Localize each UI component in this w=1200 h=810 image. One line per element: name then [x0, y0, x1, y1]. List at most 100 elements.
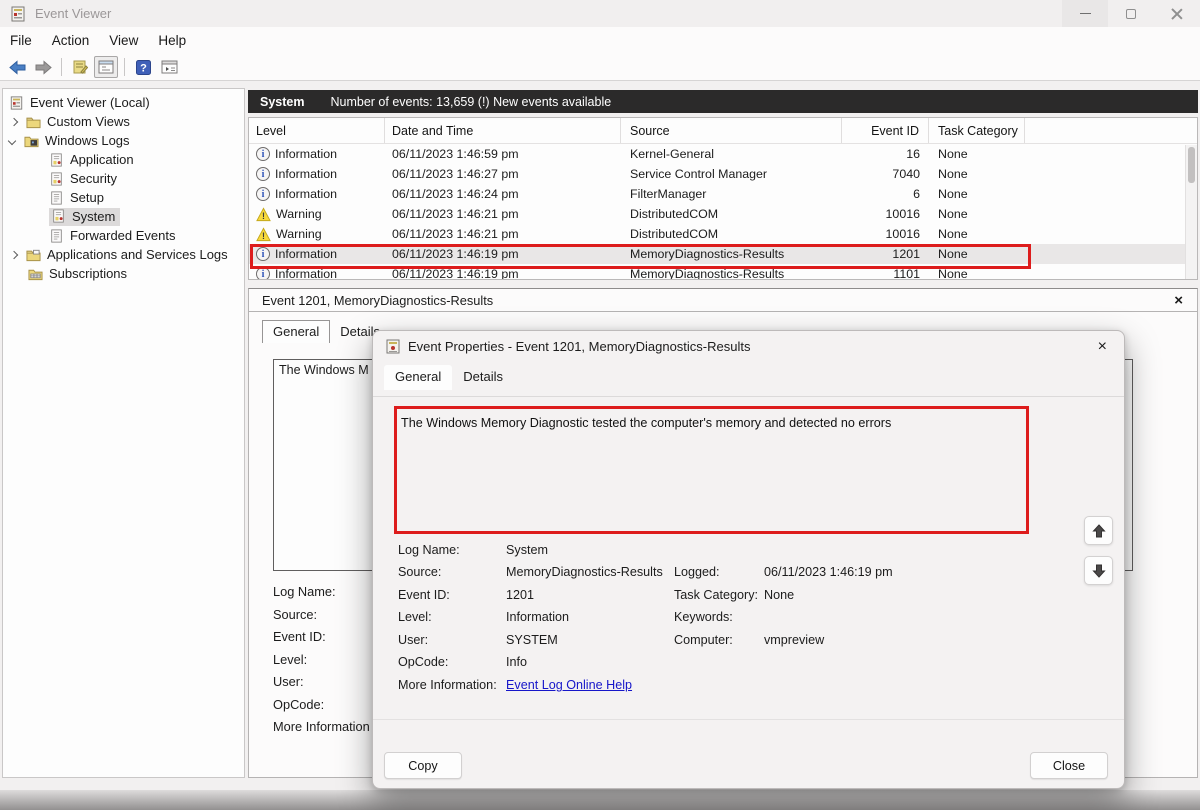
action-pane-icon	[161, 60, 178, 74]
column-header-event-id[interactable]: Event ID	[842, 118, 929, 143]
dialog-tabs: General Details	[384, 365, 514, 390]
up-arrow-icon	[1092, 524, 1106, 538]
tree-item-windows-logs[interactable]: Windows Logs	[9, 131, 130, 150]
log-header-bar: System Number of events: 13,659 (!) New …	[248, 90, 1198, 113]
table-row[interactable]: !Warning 06/11/2023 1:46:21 pm Distribut…	[249, 204, 1197, 224]
tree-label: Forwarded Events	[70, 228, 176, 243]
back-button[interactable]	[5, 56, 29, 78]
source-cell: Service Control Manager	[621, 167, 842, 181]
previous-event-button[interactable]	[1084, 516, 1113, 545]
level-cell: Information	[275, 167, 337, 181]
dialog-close-icon[interactable]: ×	[1098, 338, 1107, 356]
chevron-down-icon[interactable]	[8, 136, 16, 144]
tree-item-security[interactable]: Security	[49, 169, 117, 188]
maximize-button[interactable]	[1108, 0, 1154, 27]
table-row[interactable]: iInformation 06/11/2023 1:46:24 pm Filte…	[249, 184, 1197, 204]
table-scrollbar[interactable]	[1185, 145, 1197, 280]
level-cell: Information	[275, 267, 337, 280]
notepad-icon	[72, 59, 88, 75]
tree-label: Event Viewer (Local)	[30, 95, 150, 110]
event-id-cell: 10016	[842, 227, 929, 241]
tree-item-application[interactable]: Application	[49, 150, 134, 169]
column-header-date[interactable]: Date and Time	[385, 118, 621, 143]
tree-root-event-viewer-local[interactable]: Event Viewer (Local)	[9, 93, 150, 112]
dialog-tab-general[interactable]: General	[384, 365, 452, 390]
tree-item-subscriptions[interactable]: Subscriptions	[28, 264, 127, 283]
field-value-opcode: Info	[506, 655, 527, 669]
task-cell: None	[929, 247, 1025, 261]
column-header-task-category[interactable]: Task Category	[929, 118, 1025, 143]
tree-item-system[interactable]: System	[49, 207, 120, 226]
date-cell: 06/11/2023 1:46:21 pm	[385, 227, 621, 241]
document-icon	[49, 229, 64, 243]
tree-label: Custom Views	[47, 114, 130, 129]
svg-text:?: ?	[140, 62, 147, 74]
help-button[interactable]: ?	[131, 56, 155, 78]
properties-button[interactable]	[68, 56, 92, 78]
log-file-icon	[49, 172, 64, 186]
close-dialog-button[interactable]: Close	[1030, 752, 1108, 779]
action-pane-button[interactable]	[157, 56, 181, 78]
source-cell: FilterManager	[621, 187, 842, 201]
menu-file[interactable]: File	[0, 33, 42, 48]
menu-action[interactable]: Action	[42, 33, 100, 48]
event-properties-icon	[386, 339, 400, 354]
document-icon	[49, 191, 64, 205]
tree-label: Subscriptions	[49, 266, 127, 281]
dialog-tab-details[interactable]: Details	[452, 365, 514, 390]
copy-button[interactable]: Copy	[384, 752, 462, 779]
column-header-level[interactable]: Level	[249, 118, 385, 143]
tree-label: Applications and Services Logs	[47, 247, 228, 262]
tree-label: System	[72, 209, 115, 224]
menu-view[interactable]: View	[99, 33, 148, 48]
toolbar: ?	[0, 54, 1200, 81]
tree-item-applications-and-services-logs[interactable]: Applications and Services Logs	[11, 245, 228, 264]
table-row-selected[interactable]: iInformation 06/11/2023 1:46:19 pm Memor…	[249, 244, 1197, 264]
event-id-cell: 16	[842, 147, 929, 161]
preview-tab-general[interactable]: General	[262, 320, 330, 343]
tree-item-forwarded-events[interactable]: Forwarded Events	[49, 226, 176, 245]
preview-label-user: User:	[273, 674, 304, 689]
field-label-level: Level:	[398, 610, 432, 624]
table-row[interactable]: iInformation 06/11/2023 1:46:59 pm Kerne…	[249, 144, 1197, 164]
column-header-source[interactable]: Source	[621, 118, 842, 143]
forward-button[interactable]	[31, 56, 55, 78]
field-value-user: SYSTEM	[506, 633, 558, 647]
field-value-source: MemoryDiagnostics-Results	[506, 565, 663, 579]
task-cell: None	[929, 207, 1025, 221]
table-row[interactable]: iInformation 06/11/2023 1:46:19 pm Memor…	[249, 264, 1197, 280]
toolbar-separator	[124, 58, 125, 76]
information-icon: i	[256, 267, 270, 280]
tree-label: Security	[70, 171, 117, 186]
next-event-button[interactable]	[1084, 556, 1113, 585]
event-message: The Windows Memory Diagnostic tested the…	[401, 416, 1001, 430]
table-row[interactable]: !Warning 06/11/2023 1:46:21 pm Distribut…	[249, 224, 1197, 244]
show-preview-pane-button[interactable]	[94, 56, 118, 78]
down-arrow-icon	[1092, 564, 1106, 578]
minimize-button[interactable]	[1062, 0, 1108, 27]
date-cell: 06/11/2023 1:46:24 pm	[385, 187, 621, 201]
field-label-task-category: Task Category:	[674, 588, 758, 602]
event-id-cell: 1201	[842, 247, 929, 261]
field-value-event-id: 1201	[506, 588, 534, 602]
chevron-right-icon[interactable]	[10, 117, 18, 125]
close-button[interactable]	[1154, 0, 1200, 27]
windows-logs-folder-icon	[24, 134, 39, 148]
window-title: Event Viewer	[35, 6, 111, 21]
warning-icon: !	[256, 207, 271, 222]
tree-item-custom-views[interactable]: Custom Views	[11, 112, 130, 131]
selected-highlight: System	[49, 208, 120, 226]
title-bar: Event Viewer	[0, 0, 1200, 27]
date-cell: 06/11/2023 1:46:19 pm	[385, 267, 621, 280]
table-row[interactable]: iInformation 06/11/2023 1:46:27 pm Servi…	[249, 164, 1197, 184]
chevron-right-icon[interactable]	[10, 250, 18, 258]
event-log-online-help-link[interactable]: Event Log Online Help	[506, 678, 632, 692]
menu-help[interactable]: Help	[148, 33, 196, 48]
level-cell: Warning	[276, 207, 322, 221]
source-cell: DistributedCOM	[621, 227, 842, 241]
preview-label-log-name: Log Name:	[273, 584, 336, 599]
scrollbar-thumb[interactable]	[1188, 147, 1195, 183]
tree-item-setup[interactable]: Setup	[49, 188, 104, 207]
toolbar-separator	[61, 58, 62, 76]
preview-close-icon[interactable]: ×	[1174, 292, 1183, 309]
